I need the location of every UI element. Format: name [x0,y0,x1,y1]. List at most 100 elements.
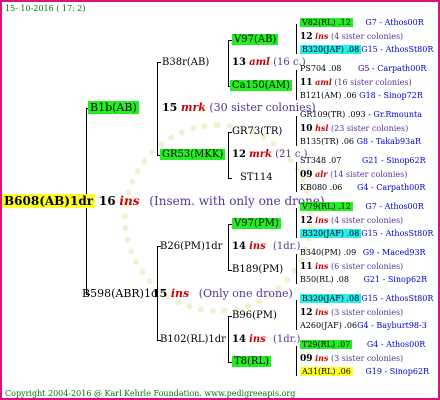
generation-number: 09 [300,354,313,364]
gen4-bottom-queen[interactable]: B50(RL) .08 [300,275,349,284]
gen4-bottom-queen[interactable]: B135(TR) .06 [300,137,354,146]
connector-gen3 [296,254,297,284]
gen4-top-queen[interactable]: ST348 .07 [300,156,341,165]
gen2-queen-label[interactable]: B38r(AB) [162,57,209,68]
root-mating-mark: ins [119,194,140,208]
gen2-queen-label[interactable]: B26(PM)1dr [160,241,222,252]
sister-note: (Only one drone) [198,287,293,300]
gen4-bottom-queen[interactable]: B320(JAF) .08 [300,229,362,238]
gen3-queen-label[interactable]: Ca150(AM) [230,80,292,91]
root-note: (Insem. with only one drone) [149,194,325,208]
gen4-top-origin: G7 - Athos00R [365,18,424,27]
gen4-bottom-queen[interactable]: KB080 .06 [300,183,342,192]
mating-mark: ins [315,215,329,225]
gen4-group-7: B320(JAF) .08 G15 - AthosSt80R 12 ins (3 … [300,294,433,331]
gen4-top-origin: G5 - Carpath00R [357,64,427,73]
gen4-bottom-origin: G4 - Bayburt98-3 [357,321,427,330]
generation-number: 14 [232,334,246,345]
gen3-queen-label[interactable]: V97(PM) [232,218,281,229]
gen4-top-queen[interactable]: PS704 .08 [300,64,341,73]
connector-gen3 [296,24,297,54]
gen3-node-3: GR73(TR) [232,126,282,138]
mating-mark: ins [249,334,266,345]
gen3-node-5: V97(PM) [232,218,281,230]
gen3-node-2: Ca150(AM) [230,80,292,92]
mating-mark: ins [315,31,329,41]
generation-number: 12 [300,216,313,226]
sister-note: (14 sister colonies) [330,170,408,179]
gen4-group-1: V82(RL) .12 G7 - Athos00R 12 ins (4 sist… [300,18,433,55]
gen2-node-4-info: 14 ins (1dr.) [232,334,300,346]
generation-number: 13 [232,57,246,68]
gen4-bottom-origin: G21 - Sinop62R [363,275,428,284]
gen3-queen-label[interactable]: V97(AB) [232,34,279,45]
sister-note: (4 sister colonies) [330,216,404,225]
mating-mark: ins [170,287,190,300]
gen4-group-6: B340(PM) .09 G9 - Maced93R 11 ins (6 sis… [300,248,427,285]
gen4-top-queen[interactable]: V79(RL) .12 [300,202,353,211]
gen4-top-origin: - Gr.Rmounta [368,110,423,119]
gen4-top-queen[interactable]: B320(JAF) .08 [300,294,362,303]
gen4-bottom-origin: G8 - Takab93aR [356,137,422,146]
gen1-queen-label[interactable]: B598(ABR)1c [82,287,157,300]
gen3-queen-label[interactable]: ST114 [240,172,273,183]
generation-number: 10 [300,124,313,134]
gen4-top-origin: G7 - Athos00R [365,202,424,211]
generation-number: 11 [300,78,313,88]
connector-gen3 [296,346,297,376]
gen4-bottom-queen[interactable]: B320(JAF) .08 [300,45,362,54]
gen2-queen-label[interactable]: B102(RL)1dr [160,334,226,345]
generation-number: 15 [162,101,178,114]
sister-note: (6 sister colonies) [330,262,404,271]
mating-mark: ins [315,261,329,271]
gen3-node-8: T8(RL) [232,356,272,368]
gen4-group-8: T29(RL) .07 G4 - Athos00R 09 ins (3 sist… [300,340,429,377]
gen4-bottom-queen[interactable]: A31(RL) .06 [300,367,353,376]
gen2-node-4: B102(RL)1dr [160,334,226,346]
gen2-node-1: B38r(AB) [162,57,209,69]
gen4-bottom-queen[interactable]: B121(AM) .06 [300,91,357,100]
connector-gen2 [228,316,229,362]
gen3-node-1: V97(AB) [232,34,279,46]
gen4-top-queen[interactable]: V82(RL) .12 [300,18,353,27]
gen4-bottom-queen[interactable]: A260(JAF) .06 [300,321,357,330]
root-generation-number: 16 [98,194,116,208]
connector-gen3 [296,162,297,192]
gen2-node-3-info: 14 ins (1dr.) [232,241,300,253]
root-queen-label[interactable]: B608(AB)1dr [2,194,96,208]
gen3-node-7: B96(PM) [232,310,277,322]
gen4-top-queen[interactable]: GR109(TR) .093 [300,110,366,119]
mating-mark: ins [315,353,329,363]
gen1-node-1: B1b(AB) [88,101,139,114]
sister-note: (3 sister colonies) [330,354,404,363]
gen2-queen-label[interactable]: GR53(MKK) [160,149,226,160]
gen3-queen-label[interactable]: B96(PM) [232,310,277,321]
gen4-bottom-origin: G4 - Carpath00R [356,183,426,192]
generation-number: 15 [152,287,168,300]
gen3-queen-label[interactable]: B189(PM) [232,264,283,275]
gen4-top-origin: G9 - Maced93R [362,248,426,257]
gen3-node-4: ST114 [240,172,273,184]
connector-gen3 [296,300,297,330]
gen4-bottom-origin: G19 - Sinop62R [365,367,430,376]
gen4-bottom-origin: G15 - AthosSt80R [361,45,434,54]
mating-mark: aml [249,57,270,68]
gen1-queen-label[interactable]: B1b(AB) [88,101,139,114]
gen4-top-queen[interactable]: T29(RL) .07 [300,340,353,349]
connector-gen3 [296,116,297,146]
gen3-queen-label[interactable]: T8(RL) [232,356,272,367]
connector-gen2 [228,132,229,178]
gen3-node-6: B189(PM) [232,264,283,276]
gen1-node-2: B598(ABR)1c [82,288,157,300]
sister-note: (4 sister colonies) [330,32,404,41]
connector-gen3 [296,208,297,238]
gen2-node-2: GR53(MKK) [160,149,226,161]
sister-note: (23 sister colonies) [330,124,409,133]
mating-mark: ins [315,307,329,317]
gen4-top-queen[interactable]: B340(PM) .09 [300,248,356,257]
pedigree-frame: 15- 10-2016 ( 17: 2) B608(AB)1dr 16 ins … [0,0,440,400]
connector-gen2 [228,224,229,270]
gen4-top-origin: G15 - AthosSt80R [361,294,434,303]
gen3-queen-label[interactable]: GR73(TR) [232,126,282,137]
gen2-node-2-info: 12 mrk (21 c.) [232,149,308,161]
